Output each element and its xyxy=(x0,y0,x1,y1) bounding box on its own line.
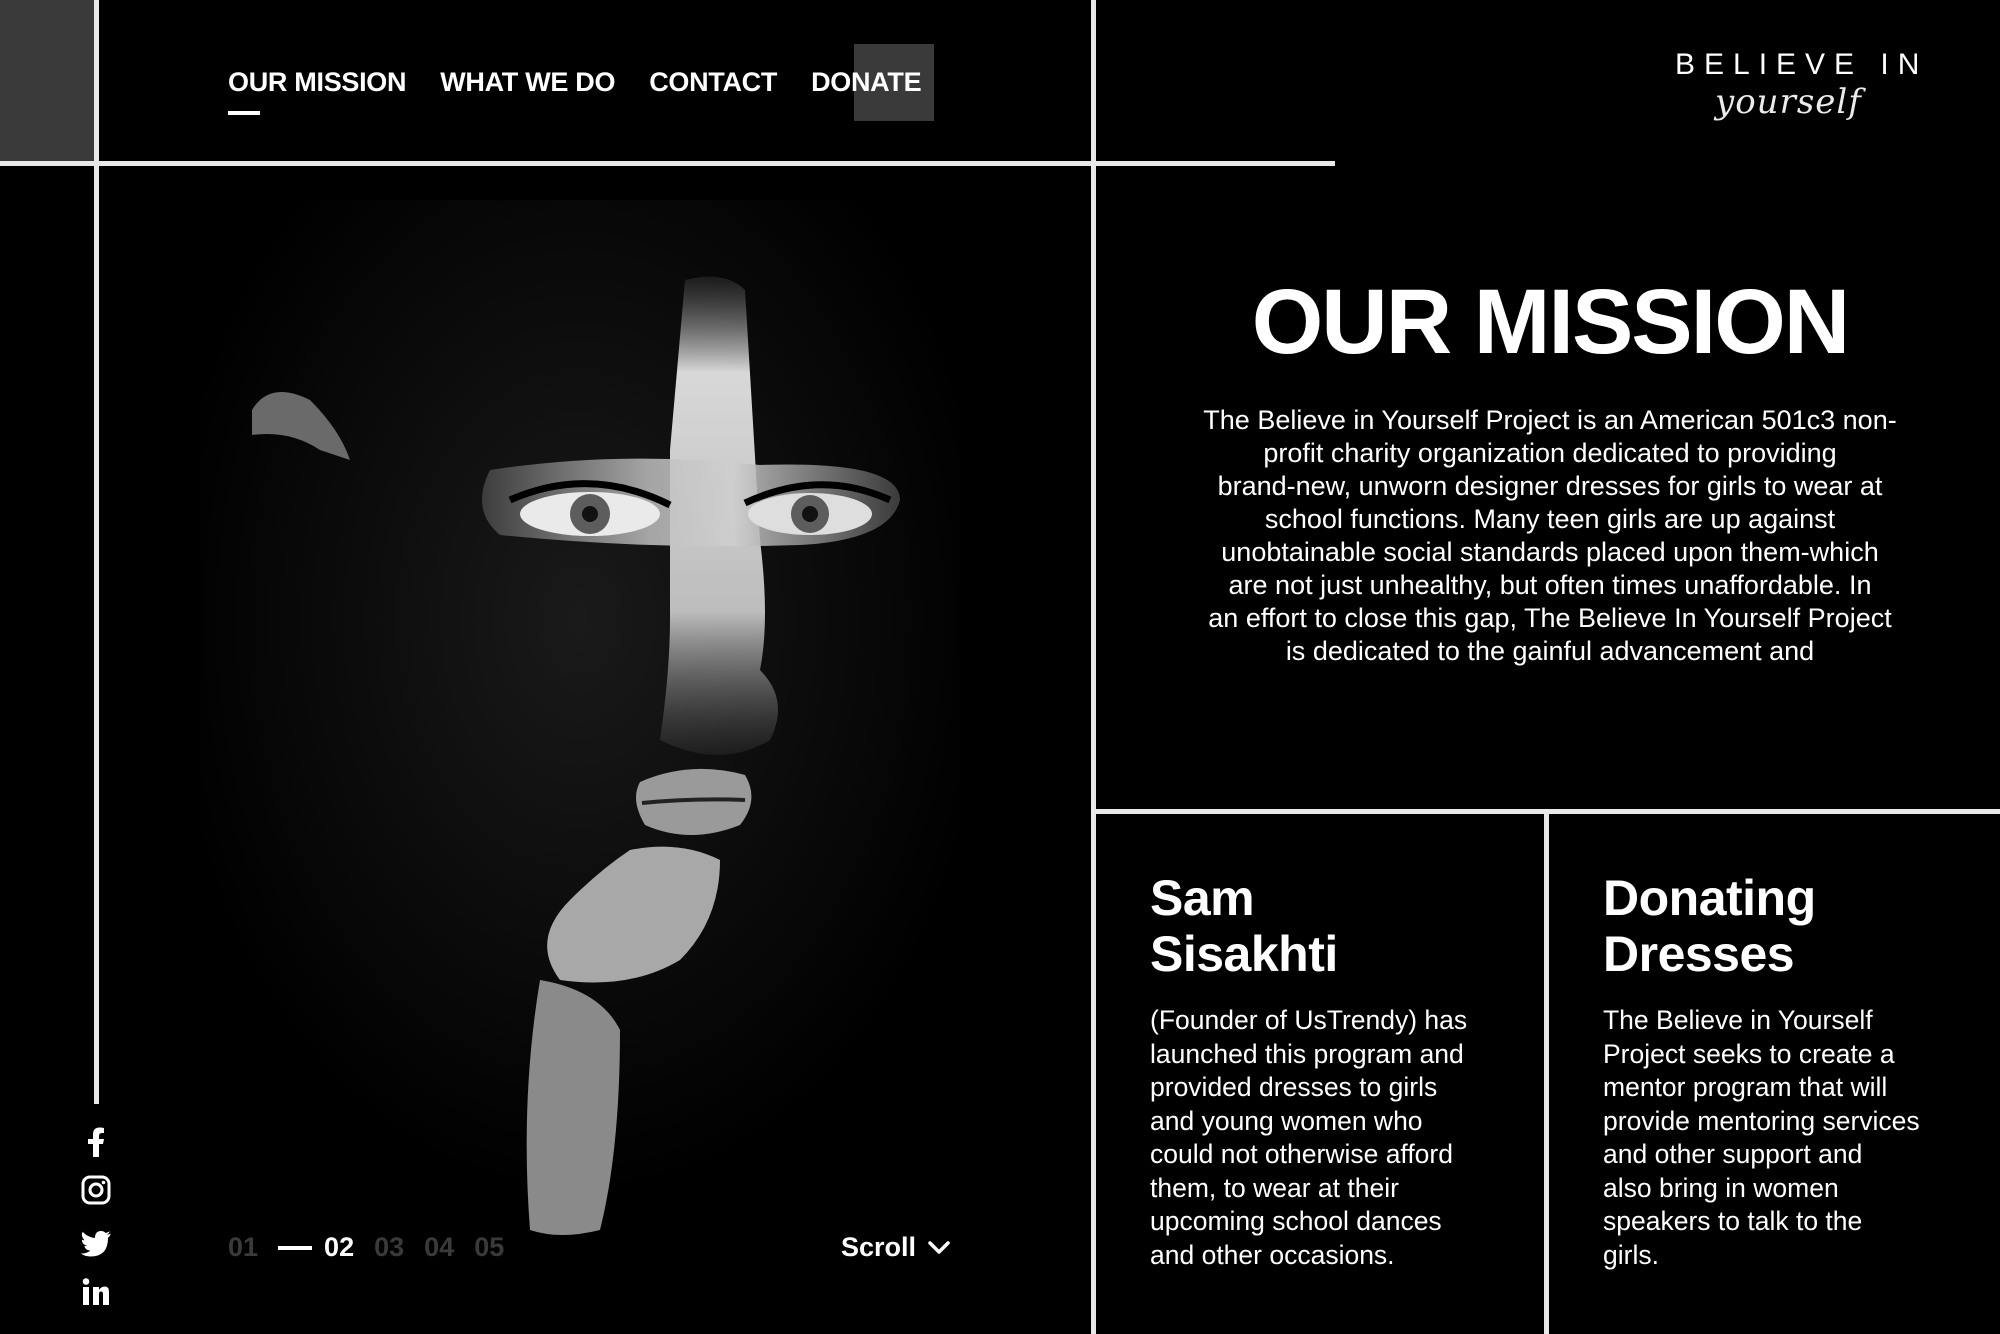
nav-our-mission[interactable]: OUR MISSION xyxy=(228,67,407,115)
instagram-icon[interactable] xyxy=(78,1172,114,1208)
donating-line: also bring in women xyxy=(1603,1172,1839,1203)
corner-block xyxy=(0,0,95,162)
mission-line: an effort to close this gap, The Believe… xyxy=(1208,603,1892,633)
center-vertical-line xyxy=(1091,0,1096,1334)
founder-line: them, to wear at their xyxy=(1150,1172,1399,1203)
top-horizontal-line xyxy=(0,161,1335,166)
donating-line: girls. xyxy=(1603,1239,1659,1270)
mission-text: The Believe in Yourself Project is an Am… xyxy=(1180,404,1920,668)
logo[interactable]: BELIEVE IN yourself xyxy=(1675,48,1945,138)
portrait-image xyxy=(200,200,960,1250)
donating-title: Donating Dresses xyxy=(1603,870,1963,982)
donating-line: and other support and xyxy=(1603,1139,1863,1169)
donating-title-line: Donating xyxy=(1603,870,1816,926)
scroll-label: Scroll xyxy=(841,1232,917,1262)
founder-text: (Founder of UsTrendy) has launched this … xyxy=(1150,1004,1520,1272)
nav-donate[interactable]: DONATE xyxy=(811,67,922,98)
donating-line: provide mentoring services xyxy=(1603,1105,1920,1136)
nav-contact[interactable]: CONTACT xyxy=(649,67,777,98)
scroll-button[interactable]: Scroll xyxy=(841,1232,950,1263)
mission-line: profit charity organization dedicated to… xyxy=(1263,438,1837,468)
founder-line: (Founder of UsTrendy) has xyxy=(1150,1005,1468,1035)
panel-divider-line xyxy=(1544,811,1549,1334)
logo-script: yourself xyxy=(1715,82,1862,122)
founder-line: could not otherwise afford xyxy=(1150,1139,1453,1169)
founder-line: upcoming school dances xyxy=(1150,1206,1442,1236)
donating-panel: Donating Dresses The Believe in Yourself… xyxy=(1603,870,1963,1272)
main-nav: OUR MISSION WHAT WE DO CONTACT DONATE xyxy=(228,62,922,115)
mission-line: brand-new, unworn designer dresses for g… xyxy=(1217,471,1883,501)
slide-04[interactable]: 04 xyxy=(424,1232,454,1263)
logo-title: BELIEVE IN xyxy=(1675,48,1929,81)
twitter-icon[interactable] xyxy=(78,1226,114,1262)
donating-line: Project seeks to create a xyxy=(1603,1038,1895,1069)
donating-line: The Believe in Yourself xyxy=(1603,1005,1873,1035)
slide-03[interactable]: 03 xyxy=(374,1232,404,1263)
founder-line: and other occasions. xyxy=(1150,1239,1395,1270)
mission-title: OUR MISSION xyxy=(1251,271,1850,373)
mission-line: unobtainable social standards placed upo… xyxy=(1221,537,1879,567)
donating-title-line: Dresses xyxy=(1603,926,1795,982)
founder-line: launched this program and xyxy=(1150,1038,1464,1069)
slide-01[interactable]: 01 xyxy=(228,1232,258,1263)
slide-02[interactable]: 02 xyxy=(278,1232,354,1263)
founder-line: and young women who xyxy=(1150,1105,1423,1136)
mission-line: is dedicated to the gainful advancement … xyxy=(1285,636,1815,666)
founder-line: provided dresses to girls xyxy=(1150,1072,1438,1102)
donating-text: The Believe in Yourself Project seeks to… xyxy=(1603,1004,1963,1272)
linkedin-icon[interactable] xyxy=(78,1274,114,1310)
founder-panel: Sam Sisakhti (Founder of UsTrendy) has l… xyxy=(1150,870,1520,1272)
donating-line: mentor program that will xyxy=(1603,1072,1888,1102)
founder-title: Sam Sisakhti xyxy=(1150,870,1520,982)
mission-line: The Believe in Yourself Project is an Am… xyxy=(1203,405,1897,435)
slide-indicators: 01 02 03 04 05 xyxy=(228,1232,504,1263)
founder-title-line: Sisakhti xyxy=(1150,926,1338,982)
donating-line: speakers to talk to the xyxy=(1603,1206,1863,1236)
founder-title-line: Sam xyxy=(1150,870,1255,926)
nav-what-we-do[interactable]: WHAT WE DO xyxy=(440,67,615,98)
chevron-down-icon xyxy=(928,1240,950,1254)
mission-line: are not just unhealthy, but often times … xyxy=(1228,570,1872,600)
facebook-icon[interactable] xyxy=(78,1124,114,1160)
mission-line: school functions. Many teen girls are up… xyxy=(1264,504,1836,534)
slide-05[interactable]: 05 xyxy=(474,1232,504,1263)
